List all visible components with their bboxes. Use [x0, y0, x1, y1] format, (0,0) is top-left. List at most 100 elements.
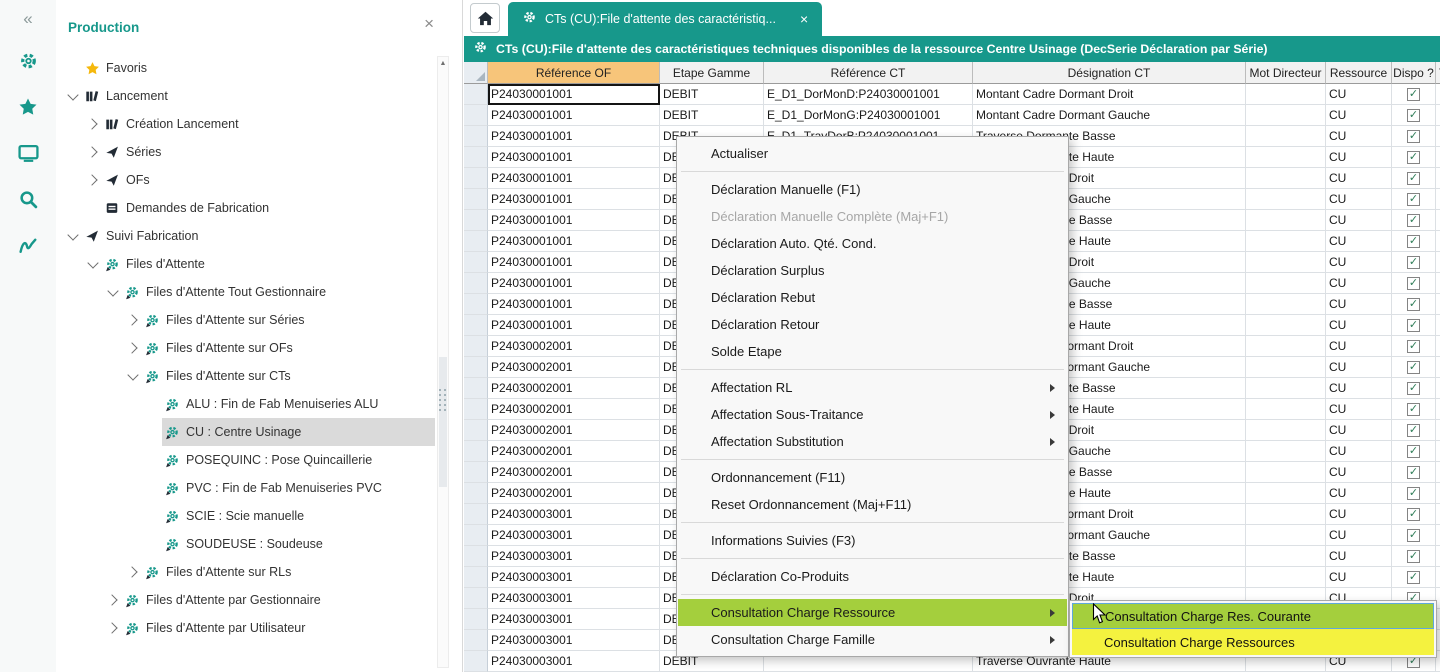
cell[interactable] — [1246, 399, 1326, 420]
menu-item[interactable]: Affectation RL — [678, 374, 1067, 401]
splitter-grip[interactable] — [438, 384, 448, 416]
row-selector[interactable] — [464, 105, 488, 126]
cell-dispo[interactable]: ✓ — [1392, 105, 1436, 126]
cell-dispo[interactable]: ✓ — [1392, 252, 1436, 273]
cell[interactable]: P24030002001 — [488, 357, 660, 378]
submenu-item[interactable]: Consultation Charge Res. Courante — [1072, 603, 1434, 629]
tree-item[interactable]: CU : Centre Usinage — [56, 418, 435, 446]
dispo-checkbox[interactable]: ✓ — [1407, 403, 1420, 416]
cell[interactable]: E_D1_DorMonG:P24030001001 — [764, 105, 973, 126]
dispo-checkbox[interactable]: ✓ — [1407, 382, 1420, 395]
chevron-right-icon[interactable] — [124, 311, 142, 329]
tree-item[interactable]: POSEQUINC : Pose Quincaillerie — [56, 446, 435, 474]
cell[interactable]: CU — [1326, 399, 1392, 420]
cell[interactable] — [1246, 483, 1326, 504]
column-header[interactable]: Etape Gamme — [660, 62, 764, 84]
cell[interactable]: CU — [1326, 252, 1392, 273]
row-selector[interactable] — [464, 189, 488, 210]
menu-item[interactable]: Ordonnancement (F11) — [678, 464, 1067, 491]
cell[interactable]: P24030003001 — [488, 504, 660, 525]
cell-dispo[interactable]: ✓ — [1392, 525, 1436, 546]
cell[interactable] — [1246, 504, 1326, 525]
table-row[interactable]: P24030001001DEBITE_D1_DorMonG:P240300010… — [464, 105, 1440, 126]
menu-item[interactable]: Informations Suivies (F3) — [678, 527, 1067, 554]
tree-item[interactable]: Lancement — [56, 82, 435, 110]
menu-item[interactable]: Solde Etape — [678, 338, 1067, 365]
tree-item[interactable]: OFs — [56, 166, 435, 194]
cell[interactable]: Montant Cadre Dormant Gauche — [973, 105, 1246, 126]
cell[interactable]: CU — [1326, 84, 1392, 105]
chevron-right-icon[interactable] — [84, 143, 102, 161]
cell[interactable] — [1246, 378, 1326, 399]
cell[interactable] — [1436, 294, 1440, 315]
cell[interactable] — [1246, 546, 1326, 567]
tree-item[interactable]: Suivi Fabrication — [56, 222, 435, 250]
menu-item[interactable]: Consultation Charge Ressource — [678, 599, 1067, 626]
cell[interactable]: P24030003001 — [488, 525, 660, 546]
cell-dispo[interactable]: ✓ — [1392, 168, 1436, 189]
cell[interactable]: E_D1_DorMonD:P24030001001 — [764, 84, 973, 105]
cell[interactable]: P24030003001 — [488, 609, 660, 630]
tab-close-icon[interactable]: × — [800, 12, 808, 26]
cell[interactable]: DEBIT — [660, 84, 764, 105]
cell[interactable]: Montant Cadre Dormant Droit — [973, 84, 1246, 105]
cell[interactable]: P24030001001 — [488, 105, 660, 126]
dispo-checkbox[interactable]: ✓ — [1407, 550, 1420, 563]
row-selector[interactable] — [464, 294, 488, 315]
cell[interactable] — [1436, 567, 1440, 588]
cell-dispo[interactable]: ✓ — [1392, 483, 1436, 504]
chevron-right-icon[interactable] — [84, 115, 102, 133]
cell-dispo[interactable]: ✓ — [1392, 210, 1436, 231]
cell-dispo[interactable]: ✓ — [1392, 546, 1436, 567]
chevron-down-icon[interactable] — [104, 283, 122, 301]
cell[interactable]: CU — [1326, 546, 1392, 567]
scroll-up-icon[interactable]: ▲ — [438, 57, 448, 67]
column-header[interactable]: Dispo ? — [1392, 62, 1436, 84]
row-selector[interactable] — [464, 525, 488, 546]
column-header[interactable]: Référence CT — [764, 62, 973, 84]
cell[interactable] — [1246, 462, 1326, 483]
cell[interactable]: P24030001001 — [488, 315, 660, 336]
cell[interactable] — [1436, 210, 1440, 231]
cell[interactable]: P24030001001 — [488, 84, 660, 105]
cell[interactable]: CU — [1326, 525, 1392, 546]
tab-active[interactable]: CTs (CU):File d'attente des caractéristi… — [508, 2, 822, 36]
cell-dispo[interactable]: ✓ — [1392, 273, 1436, 294]
chevron-right-icon[interactable] — [124, 563, 142, 581]
collapse-sidebar-button[interactable]: « — [0, 0, 56, 38]
cell[interactable] — [1246, 273, 1326, 294]
cell[interactable]: P24030001001 — [488, 147, 660, 168]
tree-item[interactable]: Files d'Attente sur Séries — [56, 306, 435, 334]
row-selector[interactable] — [464, 462, 488, 483]
dispo-checkbox[interactable]: ✓ — [1407, 214, 1420, 227]
dispo-checkbox[interactable]: ✓ — [1407, 277, 1420, 290]
cell-dispo[interactable]: ✓ — [1392, 462, 1436, 483]
row-selector[interactable] — [464, 126, 488, 147]
cell[interactable] — [1246, 147, 1326, 168]
cell[interactable]: P24030001001 — [488, 231, 660, 252]
cell[interactable]: CU — [1326, 504, 1392, 525]
submenu-item[interactable]: Consultation Charge Ressources — [1072, 629, 1434, 655]
row-selector[interactable] — [464, 315, 488, 336]
cell[interactable]: P24030003001 — [488, 588, 660, 609]
row-selector[interactable] — [464, 630, 488, 651]
tree-item[interactable]: Files d'Attente sur OFs — [56, 334, 435, 362]
cell[interactable]: CU — [1326, 105, 1392, 126]
tree-item[interactable]: Séries — [56, 138, 435, 166]
cell[interactable]: P24030001001 — [488, 126, 660, 147]
cell[interactable] — [1246, 294, 1326, 315]
cell[interactable]: DEBIT — [660, 105, 764, 126]
chevron-right-icon[interactable] — [104, 619, 122, 637]
row-selector[interactable] — [464, 441, 488, 462]
dispo-checkbox[interactable]: ✓ — [1407, 571, 1420, 584]
dispo-checkbox[interactable]: ✓ — [1407, 298, 1420, 311]
cell[interactable]: CU — [1326, 189, 1392, 210]
cell-dispo[interactable]: ✓ — [1392, 126, 1436, 147]
cell[interactable] — [1436, 357, 1440, 378]
cell[interactable] — [1436, 126, 1440, 147]
cell[interactable]: P24030003001 — [488, 630, 660, 651]
tree-item[interactable]: Favoris — [56, 54, 435, 82]
column-header[interactable]: Mot Directeur — [1246, 62, 1326, 84]
cell[interactable] — [1436, 315, 1440, 336]
row-selector[interactable] — [464, 651, 488, 672]
